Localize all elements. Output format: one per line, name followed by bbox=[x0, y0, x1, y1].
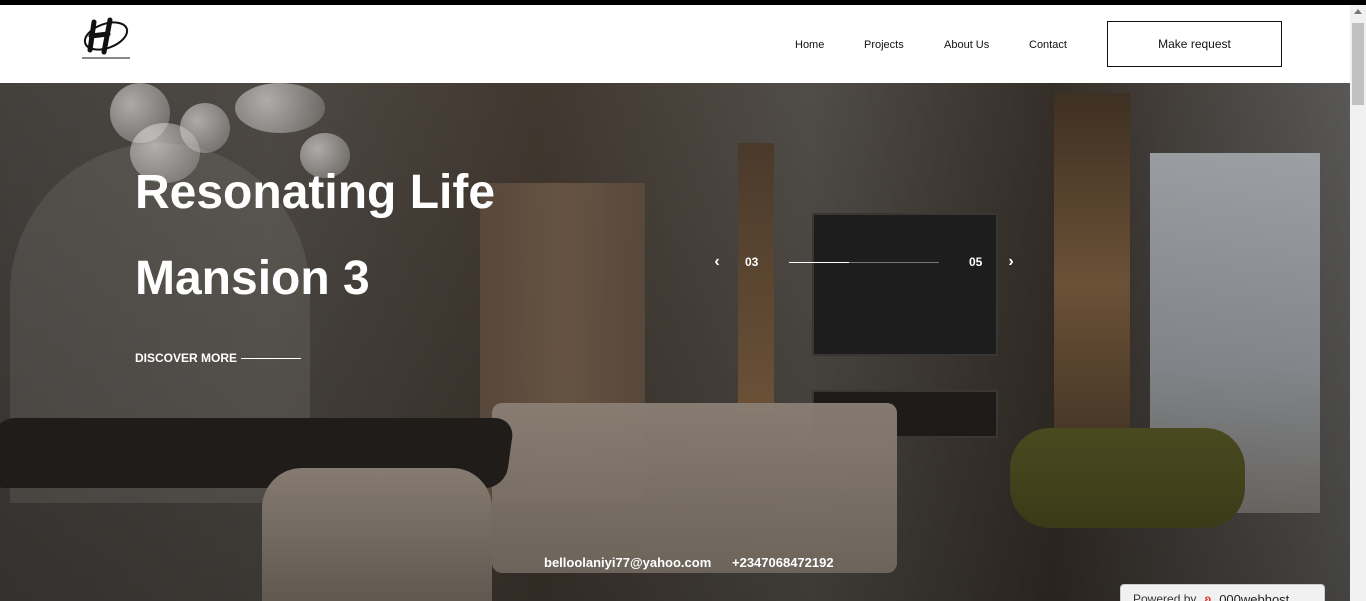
slide-progress-fill bbox=[789, 262, 849, 263]
host-brand-label: 000webhost bbox=[1219, 591, 1290, 601]
slide-pagination: ‹ 03 05 › bbox=[710, 253, 1020, 273]
scrollbar-thumb[interactable] bbox=[1352, 23, 1364, 105]
powered-by-label: Powered by bbox=[1133, 592, 1197, 601]
discover-more-link[interactable]: DISCOVER MORE bbox=[135, 351, 302, 365]
make-request-button[interactable]: Make request bbox=[1107, 21, 1282, 67]
logo-icon bbox=[82, 17, 130, 59]
discover-more-label: DISCOVER MORE bbox=[135, 351, 238, 365]
hero-title-line-1: Resonating Life bbox=[135, 166, 496, 219]
hero-slider: Resonating Life Mansion 3 DISCOVER MORE … bbox=[0, 83, 1350, 601]
contact-phone[interactable]: +2347068472192 bbox=[732, 555, 834, 570]
site-logo[interactable] bbox=[80, 12, 132, 62]
tv-decor bbox=[812, 213, 998, 356]
nav-home[interactable]: Home bbox=[795, 39, 824, 51]
powered-by-badge[interactable]: Powered by ʚ 000webhost bbox=[1120, 584, 1325, 601]
pendant-light-decor bbox=[235, 83, 325, 133]
chevron-left-icon[interactable]: ‹ bbox=[710, 253, 724, 271]
slide-progress-track bbox=[789, 262, 939, 263]
sofa-decor bbox=[492, 403, 897, 573]
armchair-decor bbox=[1010, 428, 1245, 528]
dining-chair-decor bbox=[262, 468, 492, 601]
chevron-right-icon[interactable]: › bbox=[1004, 253, 1018, 271]
contact-email[interactable]: belloolaniyi77@yahoo.com bbox=[544, 555, 711, 570]
right-shelf-decor bbox=[1054, 93, 1130, 473]
total-slides-number: 05 bbox=[969, 255, 983, 269]
host-logo-icon: ʚ bbox=[1204, 592, 1212, 601]
nav-about-us[interactable]: About Us bbox=[944, 39, 989, 51]
current-slide-number: 03 bbox=[745, 255, 759, 269]
nav-contact[interactable]: Contact bbox=[1029, 39, 1067, 51]
scroll-up-arrow-icon[interactable] bbox=[1354, 9, 1362, 14]
underline-decor bbox=[241, 357, 302, 359]
site-header: Home Projects About Us Contact Make requ… bbox=[0, 5, 1350, 83]
nav-projects[interactable]: Projects bbox=[864, 39, 904, 51]
hero-title-line-2: Mansion 3 bbox=[135, 252, 370, 305]
left-shelf-decor bbox=[738, 143, 774, 413]
vertical-scrollbar[interactable] bbox=[1350, 5, 1366, 601]
